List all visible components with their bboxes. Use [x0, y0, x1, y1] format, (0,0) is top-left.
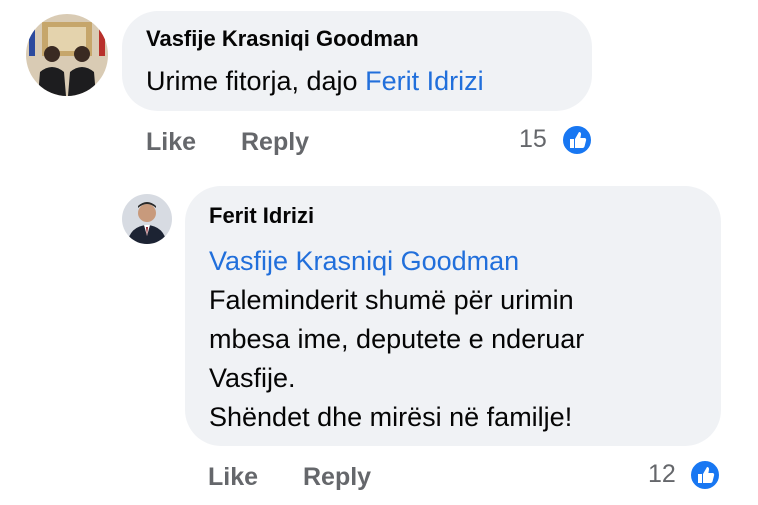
reply-reply-button[interactable]: Reply: [303, 463, 371, 492]
comment-author-avatar[interactable]: [26, 14, 108, 96]
comment-reply-button[interactable]: Reply: [241, 128, 309, 157]
reply-author-avatar[interactable]: [122, 194, 172, 244]
reply-mention-link[interactable]: Vasfije Krasniqi Goodman: [209, 242, 584, 281]
avatar-photo-icon: [26, 14, 108, 96]
reply-text-line: Shëndet dhe mirësi në familje!: [209, 402, 573, 432]
comment-like-button[interactable]: Like: [146, 128, 196, 157]
comment-reaction-count[interactable]: 15: [519, 125, 547, 154]
comment-author-name[interactable]: Vasfije Krasniqi Goodman: [146, 26, 419, 52]
comment-mention-link[interactable]: Ferit Idrizi: [365, 66, 484, 96]
like-icon: [689, 459, 721, 491]
reply-author-name[interactable]: Ferit Idrizi: [209, 203, 314, 229]
avatar-photo-icon: [122, 194, 172, 244]
reply-like-button[interactable]: Like: [208, 463, 258, 492]
comment-bubble: Vasfije Krasniqi Goodman Urime fitorja, …: [122, 11, 592, 111]
reply-bubble: Ferit Idrizi Vasfije Krasniqi Goodman Fa…: [185, 186, 721, 446]
like-icon: [561, 124, 593, 156]
reply-text-line: Faleminderit shumë për urimin: [209, 285, 574, 315]
reply-text-line: mbesa ime, deputete e nderuar: [209, 324, 585, 354]
reply-reaction-count[interactable]: 12: [648, 460, 676, 489]
reply-text: Vasfije Krasniqi Goodman Faleminderit sh…: [209, 242, 584, 437]
reply-text-line: Vasfije.: [209, 363, 296, 393]
comment-body: Urime fitorja, dajo: [146, 66, 366, 96]
comment-text: Urime fitorja, dajo Ferit Idrizi: [146, 66, 484, 97]
